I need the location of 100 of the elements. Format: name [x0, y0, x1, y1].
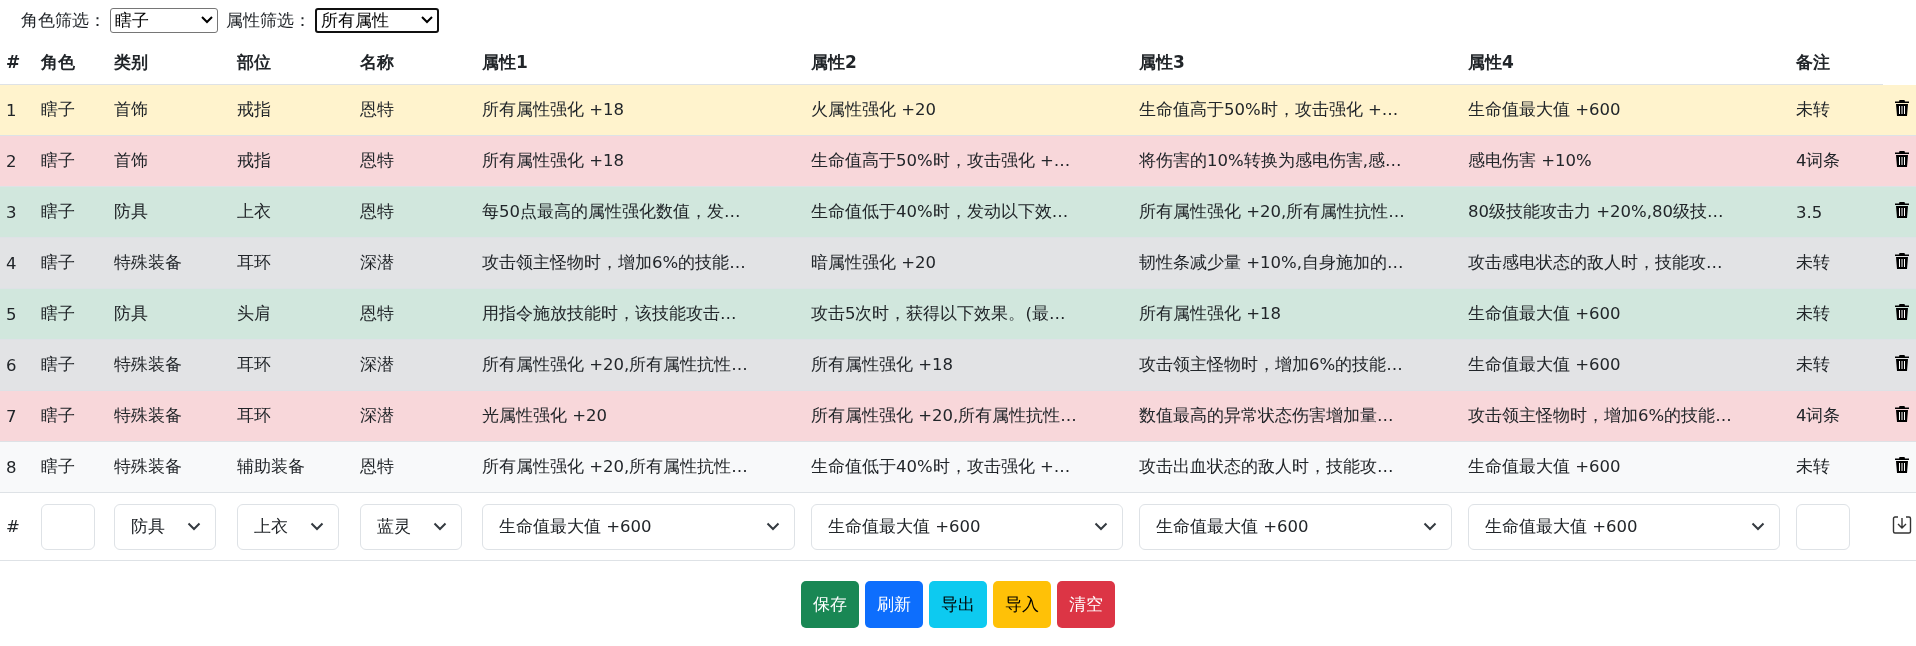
column-header: 属性2 — [811, 51, 857, 72]
download-icon[interactable] — [1892, 514, 1912, 535]
table-cell: 恩特 — [360, 202, 394, 221]
action-button[interactable]: 清空 — [1057, 581, 1115, 628]
select-field[interactable]: 生命值最大值 +600 — [1468, 503, 1780, 550]
table-cell: 攻击感电状态的敌人时，技能攻… — [1468, 253, 1723, 272]
table-cell: 特殊装备 — [114, 457, 182, 476]
table-cell: 辅助装备 — [237, 457, 305, 476]
table-cell: 1 — [6, 100, 17, 120]
table-cell: 生命值高于50%时，攻击强化 +… — [811, 151, 1071, 170]
table-cell: 瞎子 — [41, 151, 75, 170]
table-cell: 所有属性强化 +20,所有属性抗性… — [811, 406, 1077, 425]
table-cell: 所有属性强化 +20,所有属性抗性… — [482, 457, 748, 476]
column-header: 备注 — [1796, 51, 1830, 72]
input-field[interactable] — [41, 503, 95, 550]
table-cell: 未转 — [1796, 253, 1830, 272]
table-cell: 3.5 — [1796, 202, 1823, 222]
table-cell: 未转 — [1796, 100, 1830, 119]
table-cell: 耳环 — [237, 355, 271, 374]
table-cell: 特殊装备 — [114, 406, 182, 425]
table-cell: 7 — [6, 406, 17, 426]
filter-select[interactable]: 瞎子 — [110, 7, 218, 33]
select-field[interactable]: 生命值最大值 +600 — [811, 503, 1123, 550]
table-cell: 瞎子 — [41, 202, 75, 221]
table-cell: 耳环 — [237, 253, 271, 272]
trash-icon[interactable] — [1895, 457, 1909, 473]
column-header: 部位 — [237, 51, 271, 72]
table-cell: 生命值低于40%时，发动以下效… — [811, 202, 1069, 221]
table-cell: 耳环 — [237, 406, 271, 425]
trash-icon[interactable] — [1895, 99, 1909, 116]
trash-icon[interactable] — [1895, 202, 1909, 218]
select-field[interactable]: 生命值最大值 +600 — [482, 503, 795, 550]
chevron-icon — [1094, 522, 1108, 531]
table-cell: 80级技能攻击力 +20%,80级技… — [1468, 202, 1724, 221]
table-cell: 3 — [6, 202, 17, 222]
action-button[interactable]: 刷新 — [865, 581, 923, 628]
table-cell: 4 — [6, 253, 17, 273]
table-cell: 未转 — [1796, 355, 1830, 374]
table-cell: 生命值最大值 +600 — [1468, 457, 1621, 476]
table-cell: 所有属性强化 +18 — [482, 151, 625, 170]
column-header: 角色 — [41, 51, 75, 72]
table-cell: 生命值高于50%时，攻击强化 +… — [1139, 100, 1399, 119]
trash-icon[interactable] — [1895, 355, 1909, 371]
select-field[interactable]: 上衣 — [237, 503, 339, 550]
action-button[interactable]: 导入 — [993, 581, 1051, 628]
table-cell: 恩特 — [360, 304, 394, 323]
table-cell: 6 — [6, 355, 17, 375]
action-button[interactable]: 导出 — [929, 581, 987, 628]
table-cell: 瞎子 — [41, 355, 75, 374]
table-cell: 生命值最大值 +600 — [1468, 100, 1621, 119]
chevron-icon — [766, 522, 780, 531]
table-cell: 4词条 — [1796, 406, 1841, 425]
table-cell: 未转 — [1796, 457, 1830, 476]
filter-label: 角色筛选： — [21, 8, 106, 32]
table-cell: 瞎子 — [41, 406, 75, 425]
table-cell: 首饰 — [114, 151, 148, 170]
filter-select[interactable]: 所有属性 — [315, 7, 439, 33]
action-button[interactable]: 保存 — [801, 581, 859, 628]
row-number-label: # — [6, 517, 20, 536]
table-cell: 攻击领主怪物时，增加6%的技能… — [1139, 355, 1403, 374]
column-header: 属性3 — [1139, 51, 1185, 72]
table-cell: 深潜 — [360, 355, 394, 374]
table-cell: 防具 — [114, 304, 148, 323]
table-cell: 瞎子 — [41, 100, 75, 119]
table-cell: 每50点最高的属性强化数值，发… — [482, 202, 741, 221]
table-cell: 瞎子 — [41, 253, 75, 272]
table-cell: 瞎子 — [41, 457, 75, 476]
filter-label: 属性筛选： — [226, 8, 311, 32]
chevron-icon — [421, 16, 433, 24]
input-field[interactable] — [1796, 503, 1850, 550]
select-field[interactable]: 防具 — [114, 503, 216, 550]
table-cell: 所有属性强化 +20,所有属性抗性… — [482, 355, 748, 374]
trash-icon[interactable] — [1895, 151, 1909, 167]
column-header: 类别 — [114, 51, 148, 72]
table-cell: 生命值最大值 +600 — [1468, 304, 1621, 323]
table-cell: 韧性条减少量 +10%,自身施加的… — [1139, 253, 1404, 272]
trash-icon[interactable] — [1895, 253, 1909, 269]
table-cell: 感电伤害 +10% — [1468, 151, 1592, 170]
table-cell: 攻击领主怪物时，增加6%的技能… — [482, 253, 746, 272]
table-cell: 所有属性强化 +20,所有属性抗性… — [1139, 202, 1405, 221]
table-cell: 用指令施放技能时，该技能攻击… — [482, 304, 737, 323]
table-cell: 所有属性强化 +18 — [482, 100, 625, 119]
table-cell: 攻击5次时，获得以下效果。(最… — [811, 304, 1066, 323]
table-cell: 生命值低于40%时，攻击强化 +… — [811, 457, 1071, 476]
table-cell: 恩特 — [360, 457, 394, 476]
table-cell: 生命值最大值 +600 — [1468, 355, 1621, 374]
table-cell: 未转 — [1796, 304, 1830, 323]
column-header: 属性4 — [1468, 51, 1514, 72]
trash-icon[interactable] — [1895, 406, 1909, 422]
column-header: 属性1 — [482, 51, 528, 72]
table-cell: 暗属性强化 +20 — [811, 253, 937, 272]
trash-icon[interactable] — [1895, 304, 1909, 320]
select-field[interactable]: 蓝灵 — [360, 503, 462, 550]
table-cell: 特殊装备 — [114, 253, 182, 272]
column-header: # — [6, 52, 21, 72]
chevron-icon — [1751, 522, 1765, 531]
chevron-icon — [433, 522, 447, 531]
select-field[interactable]: 生命值最大值 +600 — [1139, 503, 1452, 550]
table-cell: 2 — [6, 151, 17, 171]
table-cell: 5 — [6, 304, 17, 324]
